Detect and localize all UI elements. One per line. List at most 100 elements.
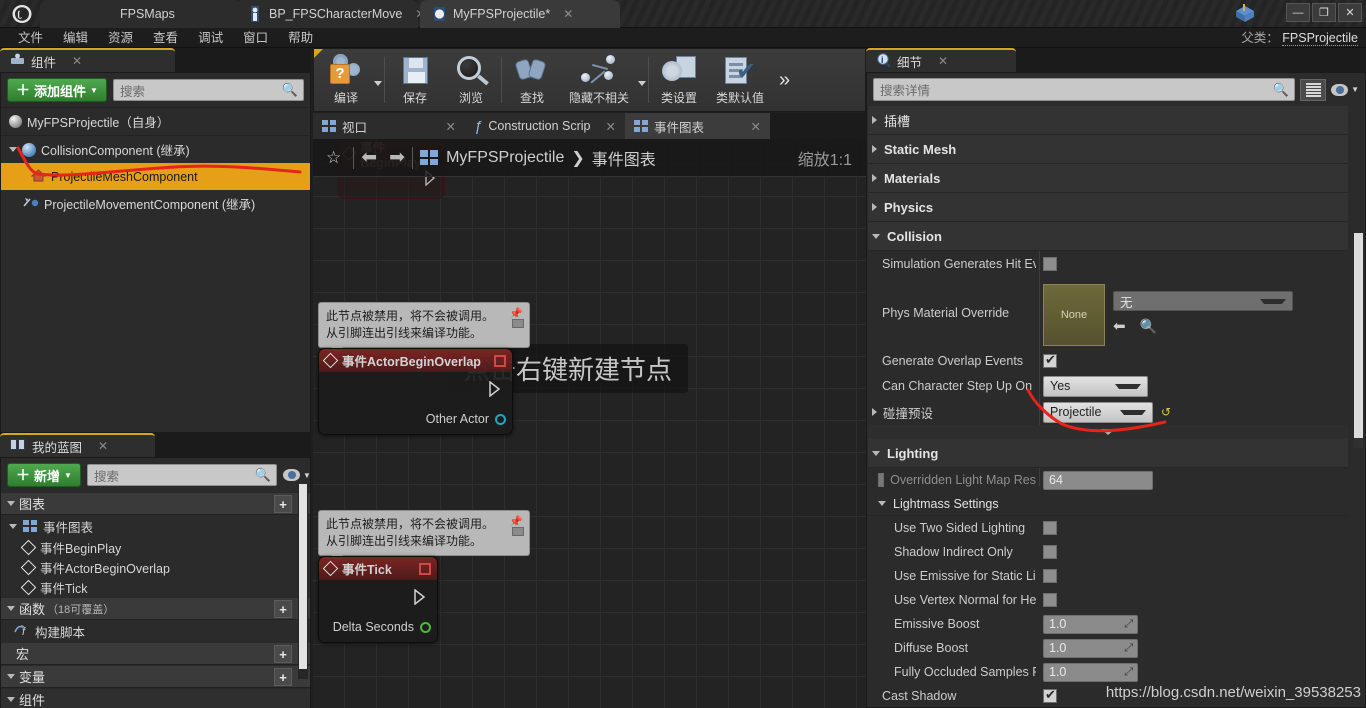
close-icon[interactable]: ✕ xyxy=(446,119,456,134)
component-row-projectilemeshcomponent[interactable]: ProjectileMeshComponent xyxy=(1,163,310,190)
add-new-button[interactable]: ＋ 新增 ▼ xyxy=(7,463,81,487)
phys-material-combo[interactable]: 无 xyxy=(1113,291,1293,311)
float-out-pin[interactable] xyxy=(420,621,431,633)
components-search-input[interactable]: 搜索 🔍 xyxy=(112,79,304,101)
spinner-icon[interactable]: ⤢ xyxy=(1124,666,1133,679)
window-tab-bp-fpscharactermove[interactable]: BP_FPSCharacterMove ✕ xyxy=(236,0,425,28)
details-scrollbar[interactable] xyxy=(1354,233,1363,448)
menu-edit[interactable]: 编辑 xyxy=(53,28,98,48)
close-button[interactable]: ✕ xyxy=(1338,3,1362,22)
close-icon[interactable]: ✕ xyxy=(563,7,573,21)
hide-unrelated-dropdown-icon[interactable] xyxy=(638,80,647,86)
collapse-arrow-icon[interactable] xyxy=(872,233,880,239)
tab-construction-script[interactable]: ƒ Construction Scrip ✕ xyxy=(465,113,625,139)
tab-viewport[interactable]: 视口 ✕ xyxy=(313,113,465,139)
toolbar-save-button[interactable]: 保存 xyxy=(387,51,443,109)
item-event-actorbeginoverlap[interactable]: 事件ActorBeginOverlap xyxy=(1,557,310,577)
visibility-options[interactable]: ▼ xyxy=(282,469,311,481)
object-out-pin[interactable] xyxy=(495,413,506,425)
collapse-arrow-icon[interactable] xyxy=(878,501,886,506)
reset-to-default-icon[interactable]: ↺ xyxy=(1161,405,1171,419)
close-icon[interactable]: ✕ xyxy=(606,119,616,134)
add-component-button[interactable]: ＋ 添加组件 ▼ xyxy=(7,78,107,102)
expand-arrow-icon[interactable] xyxy=(7,674,15,679)
toolbar-class-defaults-button[interactable]: ✔ 类默认值 xyxy=(707,51,773,109)
section-variables[interactable]: 变量 + xyxy=(1,665,310,688)
toolbar-hide-unrelated-button[interactable]: 隐藏不相关 xyxy=(560,51,638,109)
bookmark-star-icon[interactable]: ☆ xyxy=(326,148,341,168)
maximize-button[interactable]: ❐ xyxy=(1312,3,1336,22)
phys-material-thumbnail[interactable]: None xyxy=(1043,284,1105,346)
minimize-button[interactable]: — xyxy=(1286,3,1310,22)
close-icon[interactable]: ✕ xyxy=(98,439,108,453)
node-event-actorbeginoverlap[interactable]: 事件ActorBeginOverlap Other Actor xyxy=(318,348,513,435)
component-root-row[interactable]: MyFPSProjectile（自身） xyxy=(1,107,310,136)
toolbar-browse-button[interactable]: 浏览 xyxy=(443,51,499,109)
myblueprint-search-input[interactable]: 搜索 🔍 xyxy=(86,464,277,486)
section-macros[interactable]: 宏 + xyxy=(1,642,310,665)
add-graph-button[interactable]: + xyxy=(274,495,292,513)
emissive-boost-field[interactable]: 1.0 ⤢ xyxy=(1043,614,1138,634)
use-vertex-normal-for-hemisphere-checkbox[interactable] xyxy=(1043,593,1057,607)
fully-occluded-samples-fraction-field[interactable]: 1.0 ⤢ xyxy=(1043,662,1138,682)
can-character-step-up-on-combo[interactable]: Yes xyxy=(1043,375,1148,397)
category-lighting[interactable]: Lighting xyxy=(868,439,1348,468)
details-visibility-options[interactable]: ▼ xyxy=(1331,83,1359,96)
use-emissive-for-static-lighting-checkbox[interactable] xyxy=(1043,569,1057,583)
toolbar-overflow-button[interactable]: » xyxy=(779,69,790,92)
category-slots[interactable]: 插槽 xyxy=(868,106,1348,135)
generate-overlap-events-checkbox[interactable] xyxy=(1043,352,1057,368)
expand-arrow-icon[interactable] xyxy=(7,697,15,702)
parent-class-value[interactable]: FPSProjectile xyxy=(1282,31,1358,46)
expand-arrow-icon[interactable] xyxy=(872,145,877,153)
close-icon[interactable]: ✕ xyxy=(938,54,948,68)
tab-details[interactable]: i 细节 ✕ xyxy=(866,48,1016,72)
item-event-graph[interactable]: 事件图表 xyxy=(1,515,310,537)
diffuse-boost-field[interactable]: 1.0 ⤢ xyxy=(1043,638,1138,658)
tab-components[interactable]: 组件 ✕ xyxy=(0,48,175,72)
tab-event-graph[interactable]: 事件图表 ✕ xyxy=(625,113,770,139)
window-tab-myfpsprojectile[interactable]: MyFPSProjectile* ✕ xyxy=(420,0,620,28)
menu-view[interactable]: 查看 xyxy=(143,28,188,48)
shadow-indirect-only-checkbox[interactable] xyxy=(1043,545,1057,559)
back-arrow-icon[interactable]: ⬅ xyxy=(361,146,377,169)
exec-out-pin[interactable] xyxy=(414,589,427,605)
section-components[interactable]: 组件 xyxy=(1,688,310,708)
comment-icon[interactable] xyxy=(512,527,524,536)
menu-window[interactable]: 窗口 xyxy=(233,28,278,48)
item-construction-script[interactable]: f 构建脚本 xyxy=(1,620,310,642)
category-physics[interactable]: Physics xyxy=(868,193,1348,222)
expand-arrow-icon[interactable] xyxy=(7,606,15,611)
overridden-light-map-res-checkbox[interactable] xyxy=(878,473,885,487)
tab-my-blueprint[interactable]: 我的蓝图 ✕ xyxy=(0,433,155,457)
expand-arrow-icon[interactable] xyxy=(872,408,877,416)
overridden-light-map-res-field[interactable]: 64 xyxy=(1043,470,1153,490)
add-macro-button[interactable]: + xyxy=(274,645,292,663)
add-function-button[interactable]: + xyxy=(274,600,292,618)
forward-arrow-icon[interactable]: ➡ xyxy=(389,146,405,169)
expand-arrow-icon[interactable] xyxy=(7,501,15,506)
collapse-arrow-icon[interactable] xyxy=(872,450,880,456)
cast-shadow-checkbox[interactable] xyxy=(1043,687,1057,703)
menu-debug[interactable]: 调试 xyxy=(188,28,233,48)
expand-arrow-icon[interactable] xyxy=(872,203,877,211)
item-event-tick[interactable]: 事件Tick xyxy=(1,577,310,597)
add-variable-button[interactable]: + xyxy=(274,668,292,686)
component-row-collisioncomponent[interactable]: CollisionComponent (继承) xyxy=(1,136,310,163)
subcategory-lightmass-settings[interactable]: Lightmass Settings xyxy=(868,492,1348,516)
expand-arrow-icon[interactable] xyxy=(9,523,17,529)
menu-assets[interactable]: 资源 xyxy=(98,28,143,48)
menu-file[interactable]: 文件 xyxy=(8,28,53,48)
blueprint-graph-canvas[interactable]: 事件BeginPlay ☆ ⬅ ➡ MyFPSProjectile ❯ 事件图表… xyxy=(313,139,866,708)
close-icon[interactable]: ✕ xyxy=(751,119,761,134)
node-event-tick[interactable]: 事件Tick Delta Seconds xyxy=(318,556,438,643)
compile-dropdown-icon[interactable] xyxy=(374,80,382,86)
category-materials[interactable]: Materials xyxy=(868,164,1348,193)
category-static-mesh[interactable]: Static Mesh xyxy=(868,135,1348,164)
menu-help[interactable]: 帮助 xyxy=(278,28,323,48)
toolbar-class-settings-button[interactable]: 类设置 xyxy=(651,51,707,109)
simulation-generates-hit-events-checkbox[interactable] xyxy=(1043,257,1057,271)
expand-arrow-icon[interactable] xyxy=(9,147,17,152)
display-options-button[interactable] xyxy=(1300,78,1327,101)
comment-icon[interactable] xyxy=(512,319,524,328)
